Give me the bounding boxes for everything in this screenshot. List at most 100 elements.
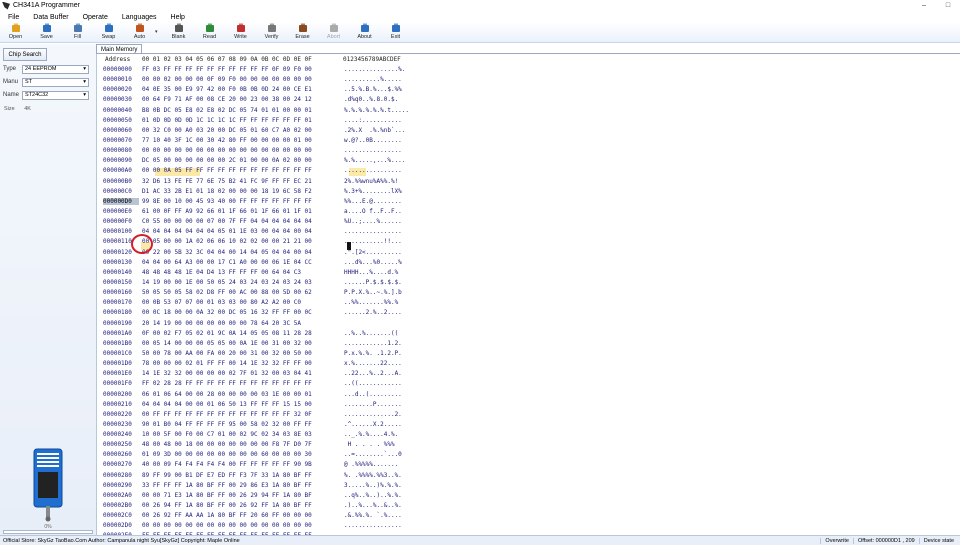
table-row[interactable]: 000001B0 00 05 14 00 00 00 05 05 00 0A 1E… <box>97 339 427 349</box>
about-button[interactable]: About <box>349 22 380 42</box>
table-row[interactable]: 00000040 B8 0B DC 05 E8 02 E8 02 DC 05 74… <box>97 106 427 116</box>
row-ascii[interactable]: .._.%.%....4.%. <box>344 431 398 438</box>
row-ascii[interactable]: ..............2. <box>344 411 402 418</box>
row-ascii[interactable]: ................ <box>344 147 402 154</box>
table-row[interactable]: 00000130 04 04 00 64 A3 00 00 17 C1 A0 00… <box>97 258 427 268</box>
row-hex-bytes[interactable]: 32 D6 13 FE FE 77 6E 75 B2 41 FC 9F FF F… <box>142 178 312 185</box>
table-row[interactable]: 00000280 89 FF 99 00 B1 DF E7 ED FF F3 7F… <box>97 471 427 481</box>
table-row[interactable]: 00000050 01 0D 0D 0D 0D 1C 1C 1C 1C FF FF… <box>97 116 427 126</box>
row-hex-bytes[interactable]: 04 04 04 04 04 04 04 05 01 1E 03 00 04 0… <box>142 228 312 235</box>
row-hex-bytes[interactable]: 00 26 92 FF AA AA 1A 80 BF FF 20 60 FF 0… <box>142 512 312 519</box>
menu-data-buffer[interactable]: Data Buffer <box>25 14 74 21</box>
table-row[interactable]: 00000000 FF 03 FF FF FF FF FF FF FF FF FF… <box>97 65 427 75</box>
row-ascii[interactable]: ........P....... <box>344 401 402 408</box>
row-hex-bytes[interactable]: 00 05 14 00 00 00 05 05 00 0A 1E 00 31 0… <box>142 340 312 347</box>
row-hex-bytes[interactable]: 90 01 B0 04 FF FF FF FF 95 00 58 02 32 0… <box>142 421 312 428</box>
row-ascii[interactable]: ............1.2. <box>344 340 402 347</box>
fill-button[interactable]: Fill <box>62 22 93 42</box>
row-hex-bytes[interactable]: 00 FF FF FF FF FF FF FF FF FF FF FF FF F… <box>142 411 312 418</box>
row-ascii[interactable]: ................ <box>344 522 402 529</box>
read-button[interactable]: Read <box>194 22 225 42</box>
row-ascii[interactable]: ..22...%..2...A. <box>344 370 402 377</box>
row-ascii[interactable]: a....O f..F..F.. <box>344 208 402 215</box>
menu-file[interactable]: File <box>0 14 25 21</box>
row-hex-bytes[interactable]: 00 00 00 00 00 00 00 00 00 00 00 00 00 0… <box>142 522 312 529</box>
menu-operate[interactable]: Operate <box>75 14 114 21</box>
row-hex-bytes[interactable]: 40 00 09 F4 F4 F4 F4 F4 00 FF FF FF FF F… <box>142 461 312 468</box>
menu-languages[interactable]: Languages <box>114 14 163 21</box>
save-button[interactable]: Save <box>31 22 62 42</box>
table-row[interactable]: 00000260 01 09 3D 00 00 00 00 00 00 00 00… <box>97 450 427 460</box>
open-button[interactable]: Open <box>0 22 31 42</box>
table-row[interactable]: 00000210 04 04 04 04 00 00 01 06 50 13 FF… <box>97 400 427 410</box>
table-row[interactable]: 000000A0 00 00 0A 05 FF FF FF FF FF FF FF… <box>97 166 427 176</box>
row-hex-bytes[interactable]: 01 09 3D 00 00 00 00 00 00 00 00 60 00 0… <box>142 451 312 458</box>
table-row[interactable]: 000002B0 00 26 94 FF 1A 80 BF FF 00 26 92… <box>97 501 427 511</box>
table-row[interactable]: 000001A0 0F 00 02 F7 05 02 01 9C 0A 14 05… <box>97 329 427 339</box>
row-hex-bytes[interactable]: 00 00 02 00 00 00 0F 09 F0 00 00 00 00 0… <box>142 76 312 83</box>
row-ascii[interactable]: ..%%.......%%.% <box>344 299 398 306</box>
write-button[interactable]: Write <box>225 22 256 42</box>
row-ascii[interactable]: 3.....%..)%.%.%. <box>344 482 402 489</box>
abort-button[interactable]: Abort <box>318 22 349 42</box>
row-ascii[interactable]: ......2.%..2.... <box>344 309 402 316</box>
row-ascii[interactable]: .)..%...%..&..%. <box>344 502 402 509</box>
auto-dropdown-icon[interactable]: ▾ <box>155 29 163 35</box>
table-row[interactable]: 00000030 00 64 F9 71 AF 00 08 CE 20 00 23… <box>97 95 427 105</box>
row-ascii[interactable]: ..q%..%..)..%.%. <box>344 492 402 499</box>
row-ascii[interactable]: 2%.%%wnu%A%%.%! <box>344 178 398 185</box>
row-ascii[interactable]: ...d%...%0.....% <box>344 259 402 266</box>
row-hex-bytes[interactable]: 48 00 48 00 18 00 00 00 00 00 00 00 F8 7… <box>142 441 312 448</box>
row-hex-bytes[interactable]: 77 10 40 3F 1C 00 30 42 80 FF 00 00 00 0… <box>142 137 312 144</box>
verify-button[interactable]: Verify <box>256 22 287 42</box>
minimize-button[interactable]: – <box>912 0 936 11</box>
table-row[interactable]: 00000160 50 05 50 05 58 02 D8 FF 00 AC 00… <box>97 288 427 298</box>
erase-button[interactable]: Erase <box>287 22 318 42</box>
menu-help[interactable]: Help <box>163 14 191 21</box>
table-row[interactable]: 000000B0 32 D6 13 FE FE 77 6E 75 B2 41 FC… <box>97 177 427 187</box>
blank-button[interactable]: Blank <box>163 22 194 42</box>
row-ascii[interactable]: HHHH...%....d.% <box>344 269 398 276</box>
row-hex-bytes[interactable]: 50 05 50 05 58 02 D8 FF 00 AC 00 88 00 5… <box>142 289 312 296</box>
row-ascii[interactable]: %. .%%%%.%%3..%. <box>344 472 402 479</box>
row-hex-bytes[interactable]: 00 22 00 5B 32 3C 04 04 00 14 04 05 04 0… <box>142 249 312 256</box>
table-row[interactable]: 00000270 40 00 09 F4 F4 F4 F4 F4 00 FF FF… <box>97 460 427 470</box>
row-ascii[interactable]: %.%.%.%.%.%.t..... <box>344 107 409 114</box>
manu-select[interactable]: ST ▾ <box>22 77 89 87</box>
row-hex-bytes[interactable]: DC 05 00 00 00 00 00 00 2C 01 00 00 0A 0… <box>142 157 312 164</box>
table-row[interactable]: 00000220 00 FF FF FF FF FF FF FF FF FF FF… <box>97 410 427 420</box>
row-hex-bytes[interactable]: 78 00 00 00 02 01 FF FF 00 14 1E 32 32 F… <box>142 360 312 367</box>
row-hex-bytes[interactable]: 14 19 00 00 1E 00 50 05 24 03 24 03 24 0… <box>142 279 312 286</box>
row-ascii[interactable]: @ .%%%%%....... <box>344 461 398 468</box>
row-ascii[interactable]: ..=........`...0 <box>344 451 402 458</box>
row-hex-bytes[interactable]: FF 03 FF FF FF FF FF FF FF FF FF FF 0F 0… <box>142 66 312 73</box>
row-hex-bytes[interactable]: 04 04 04 04 00 00 01 06 50 13 FF FF FF 1… <box>142 401 312 408</box>
row-ascii[interactable]: w.@?..0B........ <box>344 137 402 144</box>
row-hex-bytes[interactable]: 99 8E 00 10 00 45 93 40 00 FF FF FF FF F… <box>142 198 312 205</box>
table-row[interactable]: 000000C0 D1 AC 33 2B E1 01 18 02 00 00 00… <box>97 187 427 197</box>
table-row[interactable]: 00000060 00 32 C0 00 A0 03 20 00 DC 05 01… <box>97 126 427 136</box>
row-hex-bytes[interactable]: 00 00 00 00 00 00 00 00 00 00 00 00 00 0… <box>142 147 312 154</box>
table-row[interactable]: 00000150 14 19 00 00 1E 00 50 05 24 03 24… <box>97 278 427 288</box>
table-row[interactable]: 00000290 33 FF FF FF 1A 80 BF FF 00 29 86… <box>97 481 427 491</box>
row-hex-bytes[interactable]: 89 FF 99 00 B1 DF E7 ED FF F3 7F 33 1A 8… <box>142 472 312 479</box>
table-row[interactable]: 00000010 00 00 02 00 00 00 0F 09 F0 00 00… <box>97 75 427 85</box>
hex-editor[interactable]: Address 00 01 02 03 04 05 06 07 08 09 0A… <box>97 53 960 535</box>
row-hex-bytes[interactable]: 06 01 06 64 00 00 28 00 00 00 00 03 1E 0… <box>142 391 312 398</box>
row-ascii[interactable]: .2%.X .%.%nb`... <box>344 127 405 134</box>
table-row[interactable]: 00000240 10 00 5F 00 F0 00 C7 01 00 02 9C… <box>97 430 427 440</box>
table-row[interactable]: 000002C0 00 26 92 FF AA AA 1A 80 BF FF 20… <box>97 511 427 521</box>
table-row[interactable]: 00000230 90 01 B0 04 FF FF FF FF 95 00 58… <box>97 420 427 430</box>
row-hex-bytes[interactable]: 00 00 0A 05 FF FF FF FF FF FF FF FF FF F… <box>142 167 312 174</box>
table-row[interactable]: 00000190 20 14 19 00 00 00 00 00 00 00 78… <box>97 319 427 329</box>
table-row[interactable]: 000001C0 50 00 78 00 AA 00 FA 00 20 00 31… <box>97 349 427 359</box>
name-select[interactable]: ST24C32 ▾ <box>22 90 89 100</box>
table-row[interactable]: 000002A0 00 00 71 E3 1A 80 BF FF 00 26 29… <box>97 491 427 501</box>
table-row[interactable]: 000001E0 14 1E 32 32 00 00 00 00 02 7F 01… <box>97 369 427 379</box>
row-ascii[interactable]: ......P.$.$.$.$. <box>344 279 402 286</box>
row-hex-bytes[interactable]: 00 00 71 E3 1A 80 BF FF 00 26 29 94 FF 1… <box>142 492 312 499</box>
row-hex-bytes[interactable]: 00 64 F9 71 AF 00 08 CE 20 00 23 00 38 0… <box>142 96 312 103</box>
table-row[interactable]: 000001D0 78 00 00 00 02 01 FF FF 00 14 1E… <box>97 359 427 369</box>
row-hex-bytes[interactable]: 48 48 48 48 1E 04 D4 13 FF FF FF 00 64 0… <box>142 269 301 276</box>
row-ascii[interactable]: ..5.%.B.%...$.%% <box>344 86 402 93</box>
